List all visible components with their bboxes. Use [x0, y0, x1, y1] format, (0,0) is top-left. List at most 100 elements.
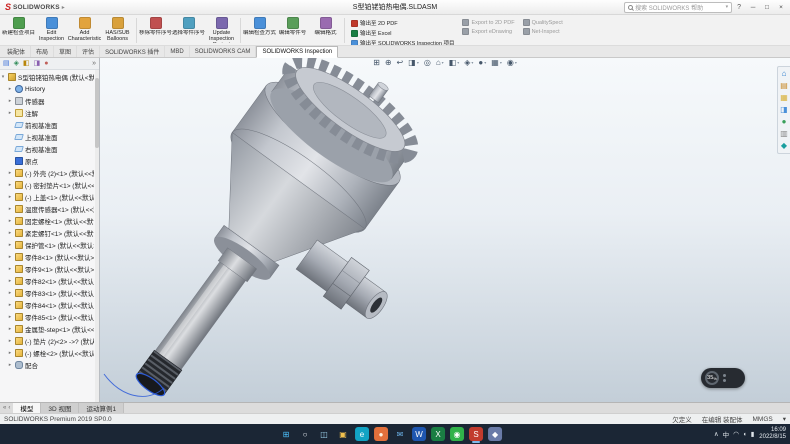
tab-7[interactable]: SOLIDWORKS Inspection [256, 46, 338, 58]
custom-properties-icon[interactable]: ▥ [780, 130, 788, 138]
zoom-fit-icon[interactable]: ⊞ [373, 59, 380, 67]
tab-3[interactable]: 评估 [77, 46, 100, 57]
view-orientation-icon[interactable]: ⌂▾ [436, 59, 444, 67]
search-caret-icon[interactable]: ▾ [726, 4, 729, 10]
tree-item[interactable]: ▸零件85<1> (默认<<默认>_显示状态 [0, 311, 99, 323]
maximize-button[interactable]: □ [760, 0, 774, 14]
tree-item[interactable]: ▸零件8<1> (默认<<默认>_显示状态 [0, 251, 99, 263]
edit-inspection-method-button[interactable]: 编辑检查方式 [243, 16, 276, 45]
thermocouple-model[interactable] [100, 58, 490, 402]
tab-2[interactable]: 草图 [54, 46, 77, 57]
network-icon[interactable]: ◠ [733, 430, 739, 438]
bottom-tab-0[interactable]: 模型 [13, 403, 41, 413]
search-icon[interactable]: ○ [298, 427, 312, 441]
section-view-icon[interactable]: ◨▾ [408, 59, 419, 67]
volume-icon[interactable]: ◖ [743, 431, 747, 438]
bottom-tab-2[interactable]: 运动算例1 [79, 403, 124, 413]
select-balloons-button[interactable]: 选择零件序号 [172, 16, 205, 45]
has-sub-balloons-button[interactable]: HAS/SUB Balloons [101, 16, 134, 45]
expand-arrow-icon[interactable]: ▸ [7, 302, 13, 308]
edit-appearance-icon[interactable]: ●▾ [478, 59, 486, 67]
tab-6[interactable]: SOLIDWORKS CAM [190, 46, 257, 57]
tree-item[interactable]: ▸(-) 密封垫片<1> (默认<<默认>_显示状 [0, 179, 99, 191]
graphics-viewport[interactable]: ⊞⊕↩◨▾◎⌂▾◧▾◈▾●▾▦▾◉▾ ⌂▤▦◨●▥◆ 35% [100, 58, 790, 402]
forum-icon[interactable]: ◆ [781, 142, 787, 150]
tree-scrollbar[interactable] [95, 70, 99, 402]
tree-item[interactable]: ▸紧定螺钉<1> (默认<<默认>_显示状态 [0, 227, 99, 239]
edge-icon[interactable]: e [355, 427, 369, 441]
hide-show-items-icon[interactable]: ◈▾ [464, 59, 473, 67]
expand-arrow-icon[interactable]: ▸ [7, 170, 13, 176]
export-excel-cn-button[interactable]: 输出至 Excel [351, 29, 454, 37]
tree-item[interactable]: 右视基准面 [0, 143, 99, 155]
display-style-icon[interactable]: ◧▾ [449, 59, 460, 67]
expand-arrow-icon[interactable]: ▸ [7, 314, 13, 320]
tree-scrollbar-thumb[interactable] [95, 78, 99, 148]
solidworks-resources-icon[interactable]: ⌂ [782, 70, 787, 78]
settings-icon[interactable]: ◆ [488, 427, 502, 441]
tree-item[interactable]: ▸温度传感器<1> (默认<<默认>_显示状 [0, 203, 99, 215]
tree-item[interactable]: ▸固定螺栓<1> (默认<<默认>_显示状态 [0, 215, 99, 227]
expand-arrow-icon[interactable]: ▸ [7, 98, 13, 104]
start-icon[interactable]: ⊞ [279, 427, 293, 441]
export-inspection-project-cn-button[interactable]: 输出至 SOLIDWORKS Inspection 项目 [351, 39, 454, 46]
tab-5[interactable]: MBD [165, 46, 189, 57]
net-inspect-button[interactable]: Net-Inspect [523, 28, 563, 35]
zoom-area-icon[interactable]: ⊕ [385, 59, 392, 67]
tab-0[interactable]: 装配体 [2, 46, 31, 57]
edit-part-number-button[interactable]: 编辑零件号 [276, 16, 309, 45]
update-inspection-project-button[interactable]: Update Inspection Project [205, 16, 238, 45]
minimize-button[interactable]: ─ [746, 0, 760, 14]
tree-item[interactable]: 前视基准面 [0, 119, 99, 131]
export-to-2d-pdf-button[interactable]: Export to 2D PDF [462, 19, 514, 26]
solidworks-taskbar-icon[interactable]: S [469, 427, 483, 441]
expand-arrow-icon[interactable]: ▸ [7, 194, 13, 200]
expand-arrow-icon[interactable]: ▸ [7, 206, 13, 212]
expand-arrow-icon[interactable]: ▸ [7, 218, 13, 224]
mail-icon[interactable]: ✉ [393, 427, 407, 441]
design-library-icon[interactable]: ▤ [780, 82, 788, 90]
tree-item[interactable]: ▸传感器 [0, 95, 99, 107]
menu-expand-icon[interactable]: ▸ [62, 4, 65, 11]
export-edrawing-button[interactable]: Export eDrawing [462, 28, 514, 35]
displaymanager-tab-icon[interactable]: ● [44, 60, 48, 67]
expand-arrow-icon[interactable]: ▸ [7, 338, 13, 344]
expand-arrow-icon[interactable]: ▸ [7, 266, 13, 272]
expand-arrow-icon[interactable]: ▸ [7, 182, 13, 188]
word-icon[interactable]: W [412, 427, 426, 441]
export-2d-pdf-cn-button[interactable]: 输出至 2D PDF [351, 19, 454, 27]
3d-model-canvas[interactable] [100, 58, 790, 402]
tree-item[interactable]: ▸配合 [0, 359, 99, 371]
previous-view-icon[interactable]: ↩ [397, 59, 404, 67]
view-palette-icon[interactable]: ◨ [780, 106, 788, 114]
panel-expand-icon[interactable]: » [92, 60, 96, 67]
appearances-scenes-icon[interactable]: ● [782, 118, 787, 126]
excel-icon[interactable]: X [431, 427, 445, 441]
tree-item[interactable]: ▸History [0, 83, 99, 95]
expand-arrow-icon[interactable]: ▸ [7, 290, 13, 296]
expand-arrow-icon[interactable]: ▸ [7, 110, 13, 116]
add-characteristic-button[interactable]: Add Characteristic [68, 16, 101, 45]
tree-item[interactable]: ▸零件82<1> (默认<<默认>_显示状态 [0, 275, 99, 287]
expand-arrow-icon[interactable]: ▸ [7, 242, 13, 248]
tree-item[interactable]: ▸零件84<1> (默认<<默认>_显示状态 [0, 299, 99, 311]
expand-arrow-icon[interactable]: ▸ [7, 350, 13, 356]
ime-indicator[interactable]: 中 [723, 429, 730, 439]
expand-arrow-icon[interactable]: ▸ [7, 254, 13, 260]
tree-item[interactable]: ▸(-) 垫片 (2)<2> ->? (默认<<默认>_显 [0, 335, 99, 347]
tree-item[interactable]: ▸零件9<1> (默认<<默认>_显示状态 [0, 263, 99, 275]
taskbar-clock[interactable]: 16:09 2022/8/15 [759, 427, 786, 442]
tree-item[interactable]: ▸注解 [0, 107, 99, 119]
propertymanager-tab-icon[interactable]: ◈ [14, 60, 19, 67]
featuremanager-tab-icon[interactable]: ▤ [3, 60, 10, 67]
file-explorer-icon[interactable]: ▣ [336, 427, 350, 441]
bottom-tab-1[interactable]: 3D 视图 [41, 403, 79, 413]
configurationmanager-tab-icon[interactable]: ◧ [23, 60, 30, 67]
new-inspection-project-button[interactable]: 新建检查项目 [2, 16, 35, 45]
wechat-icon[interactable]: ◉ [450, 427, 464, 441]
tree-item[interactable]: ▸(-) 螺栓<2> (默认<<默认>_显示状态 [0, 347, 99, 359]
tree-item[interactable]: ▸(-) 外壳 (2)<1> (默认<<默认>_显示状态 [0, 167, 99, 179]
qualityspect-button[interactable]: QualitySpect [523, 19, 563, 26]
tree-item[interactable]: ▸金属垫-step<1> (默认<<默认>_显示 [0, 323, 99, 335]
search-input[interactable]: 搜索 SOLIDWORKS 帮助 ▾ [624, 2, 732, 13]
